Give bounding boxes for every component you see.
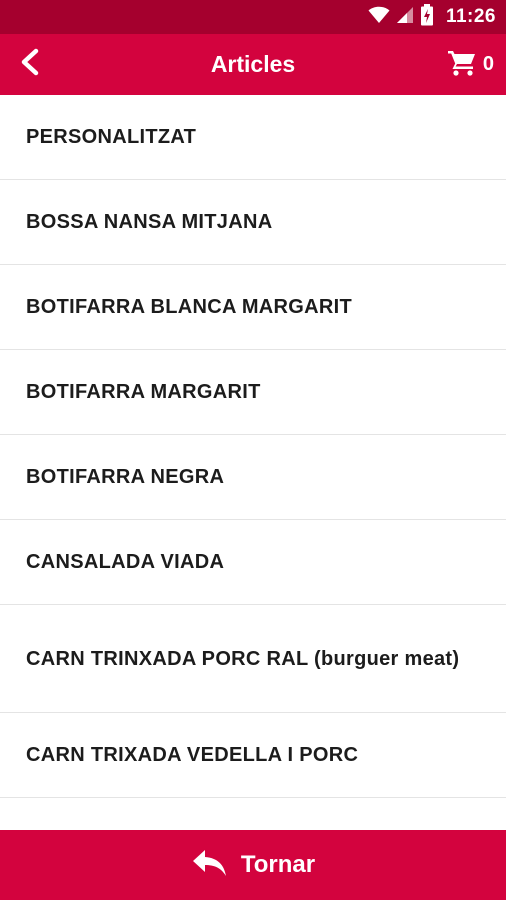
- list-item-label: BOTIFARRA BLANCA MARGARIT: [26, 296, 352, 318]
- list-item-label: PERSONALITZAT: [26, 126, 197, 148]
- list-item[interactable]: CARN TRINXADA PORC RAL (burguer meat): [0, 605, 506, 713]
- list-item-label: CANSALADA VIADA: [26, 551, 225, 573]
- list-item-label: CARN TRINXADA PORC RAL (burguer meat): [26, 647, 460, 670]
- list-item-label: BOTIFARRA NEGRA: [26, 466, 225, 488]
- status-time: 11:26: [445, 6, 496, 27]
- list-item[interactable]: BOTIFARRA BLANCA MARGARIT: [0, 265, 506, 350]
- wifi-icon: [368, 6, 390, 29]
- status-bar: 11:26: [0, 0, 506, 34]
- cart-count-badge: 0: [482, 52, 494, 75]
- chevron-left-icon: [18, 48, 42, 81]
- signal-icon: [396, 6, 414, 29]
- list-item[interactable]: BOTIFARRA MARGARIT: [0, 350, 506, 435]
- screen: 11:26 Articles 0 PERSONALITZAT BOSSA NAN…: [0, 0, 506, 900]
- cart-icon: [447, 48, 477, 81]
- list-item[interactable]: BOSSA NANSA MITJANA: [0, 180, 506, 265]
- back-bottom-button[interactable]: Tornar: [0, 830, 506, 900]
- page-title: Articles: [210, 51, 296, 77]
- reply-arrow-icon: [191, 848, 229, 883]
- list-item[interactable]: BOTIFARRA NEGRA: [0, 435, 506, 520]
- battery-charging-icon: [420, 3, 434, 31]
- back-button[interactable]: [8, 42, 52, 86]
- back-bottom-label: Tornar: [240, 851, 316, 878]
- article-list: PERSONALITZAT BOSSA NANSA MITJANA BOTIFA…: [0, 95, 506, 830]
- list-item[interactable]: [0, 798, 506, 830]
- cart-button[interactable]: 0: [447, 42, 494, 86]
- list-item[interactable]: CANSALADA VIADA: [0, 520, 506, 605]
- list-item[interactable]: CARN TRIXADA VEDELLA I PORC: [0, 713, 506, 798]
- status-icons: 11:26: [368, 3, 496, 31]
- list-item[interactable]: PERSONALITZAT: [0, 95, 506, 180]
- list-item-label: BOSSA NANSA MITJANA: [26, 211, 273, 233]
- list-item-label: CARN TRIXADA VEDELLA I PORC: [26, 744, 359, 766]
- app-bar: Articles 0: [0, 34, 506, 95]
- list-item-label: BOTIFARRA MARGARIT: [26, 381, 261, 403]
